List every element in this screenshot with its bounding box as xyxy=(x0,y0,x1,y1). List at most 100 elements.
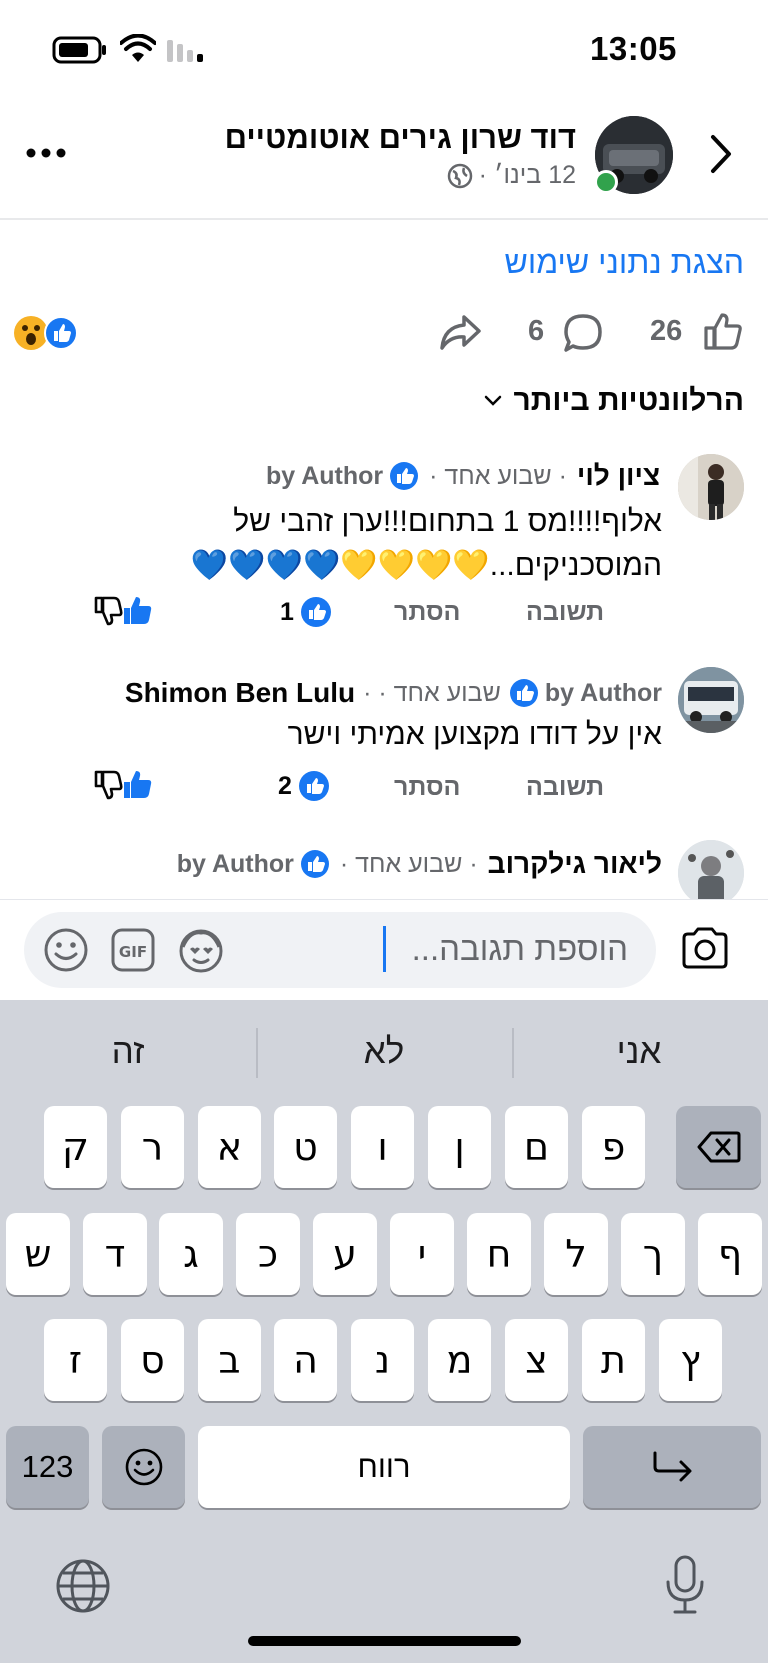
microphone-icon[interactable] xyxy=(663,1554,707,1616)
svg-text:GIF: GIF xyxy=(119,943,147,961)
key[interactable]: ה xyxy=(274,1319,337,1401)
chevron-down-icon xyxy=(484,395,501,406)
suggestion-1[interactable]: אני xyxy=(539,1032,739,1072)
like-dislike-icon[interactable] xyxy=(92,594,154,628)
key[interactable]: א xyxy=(198,1106,261,1188)
share-icon[interactable] xyxy=(438,313,482,353)
status-time: 13:05 xyxy=(590,30,677,67)
key[interactable]: ט xyxy=(274,1106,337,1188)
key[interactable]: כ xyxy=(236,1213,300,1295)
text-cursor xyxy=(383,926,386,972)
key[interactable]: ג xyxy=(159,1213,223,1295)
author-like-badge: by Author xyxy=(509,678,662,708)
suggestion-divider xyxy=(256,1028,258,1078)
like-count-text: 2 xyxy=(278,771,292,800)
like-reaction-icon xyxy=(44,316,78,350)
key[interactable]: ן xyxy=(428,1106,491,1188)
key[interactable]: פ xyxy=(582,1106,645,1188)
reply-button[interactable]: תשובה xyxy=(526,773,604,802)
reactions-summary[interactable] xyxy=(14,316,80,350)
author-badge-text: by Author xyxy=(266,461,384,490)
key[interactable]: צ xyxy=(505,1319,568,1401)
comment-icon[interactable] xyxy=(562,312,604,354)
backspace-key[interactable] xyxy=(676,1106,761,1188)
author-like-badge: by Author xyxy=(266,461,419,491)
key[interactable]: ד xyxy=(83,1213,147,1295)
avatar[interactable] xyxy=(678,667,744,733)
like-icon[interactable] xyxy=(702,310,744,352)
wow-reaction-icon xyxy=(14,316,48,350)
post-header: דוד שרון גירים אוטומטיים 12 בינו׳ · xyxy=(0,95,768,218)
author-badge-text: by Author xyxy=(176,849,294,878)
comment-item: by Author שבוע אחד · · Shimon Ben Lulu א… xyxy=(0,665,768,815)
like-badge-icon xyxy=(509,679,538,707)
key[interactable]: ח xyxy=(467,1213,531,1295)
key[interactable]: ז xyxy=(44,1319,107,1401)
comments-sort-dropdown[interactable]: הרלוונטיות ביותר xyxy=(484,384,745,418)
key[interactable]: ב xyxy=(198,1319,261,1401)
like-count-icon xyxy=(298,771,329,801)
post-date: 12 בינו׳ · xyxy=(447,161,576,190)
key[interactable]: י xyxy=(390,1213,454,1295)
hide-button[interactable]: הסתר xyxy=(394,773,460,802)
gif-icon[interactable]: GIF xyxy=(110,927,156,973)
key[interactable]: ע xyxy=(313,1213,377,1295)
comments-count: 6 xyxy=(528,315,545,347)
comment-placeholder: הוספת תגובה... xyxy=(411,930,628,967)
commenter-name[interactable]: ליאור גילקרוב xyxy=(488,848,662,880)
avatar[interactable] xyxy=(678,454,744,520)
avatar[interactable] xyxy=(678,840,744,900)
more-dots-icon[interactable] xyxy=(26,147,66,159)
key[interactable]: ר xyxy=(121,1106,184,1188)
key[interactable]: ו xyxy=(351,1106,414,1188)
key[interactable]: ם xyxy=(505,1106,568,1188)
battery-icon xyxy=(52,36,106,64)
key[interactable]: ס xyxy=(121,1319,184,1401)
emoji-icon[interactable] xyxy=(42,926,90,974)
key[interactable]: ת xyxy=(582,1319,645,1401)
suggestion-divider xyxy=(512,1028,514,1078)
page-title[interactable]: דוד שרון גירים אוטומטיים xyxy=(225,120,576,156)
comment-item: ציון לוי · שבוע אחד · by Author אלוף!!!!… xyxy=(0,450,768,640)
globe-icon[interactable] xyxy=(55,1558,111,1614)
like-dislike-icon[interactable] xyxy=(92,768,154,802)
emoji-keyboard-key[interactable] xyxy=(102,1426,185,1508)
suggestion-2[interactable]: לא xyxy=(284,1032,484,1072)
return-key[interactable] xyxy=(583,1426,761,1508)
key[interactable]: נ xyxy=(351,1319,414,1401)
commenter-name[interactable]: ציון לוי xyxy=(577,460,660,492)
like-count-icon xyxy=(300,597,331,627)
key[interactable]: ך xyxy=(621,1213,685,1295)
wifi-icon xyxy=(120,34,156,62)
likes-count: 26 xyxy=(650,315,683,347)
key[interactable]: מ xyxy=(428,1319,491,1401)
comment-header: by Author שבוע אחד · · Shimon Ben Lulu xyxy=(125,677,662,709)
home-indicator xyxy=(248,1636,521,1646)
comment-header: ליאור גילקרוב · שבוע אחד · by Author xyxy=(177,848,662,880)
sort-label: הרלוונטיות ביותר xyxy=(513,384,745,417)
space-key[interactable]: רווח xyxy=(198,1426,570,1508)
numbers-key[interactable]: 123 xyxy=(6,1426,89,1508)
suggestion-3[interactable]: זה xyxy=(28,1032,228,1072)
chevron-right-icon[interactable] xyxy=(708,133,734,175)
backspace-icon xyxy=(697,1131,740,1163)
author-like-badge: by Author xyxy=(177,849,330,879)
key[interactable]: ש xyxy=(6,1213,70,1295)
header-divider xyxy=(0,218,768,220)
comment-time: · שבוע אחד · xyxy=(429,461,567,490)
key[interactable]: ץ xyxy=(659,1319,722,1401)
key[interactable]: ל xyxy=(544,1213,608,1295)
hide-button[interactable]: הסתר xyxy=(394,598,460,627)
comment-like-count[interactable]: 1 xyxy=(280,596,332,628)
commenter-name[interactable]: Shimon Ben Lulu xyxy=(125,677,355,709)
comment-like-count[interactable]: 2 xyxy=(278,770,330,802)
avatar-sticker-icon[interactable] xyxy=(176,925,226,975)
reply-button[interactable]: תשובה xyxy=(526,598,604,627)
status-bar: 13:05 xyxy=(0,0,768,95)
key[interactable]: ק xyxy=(44,1106,107,1188)
return-icon xyxy=(653,1451,692,1482)
view-insights-link[interactable]: הצגת נתוני שימוש xyxy=(505,244,744,281)
like-badge-icon xyxy=(390,462,419,490)
key[interactable]: ף xyxy=(698,1213,762,1295)
camera-icon[interactable] xyxy=(680,926,730,970)
